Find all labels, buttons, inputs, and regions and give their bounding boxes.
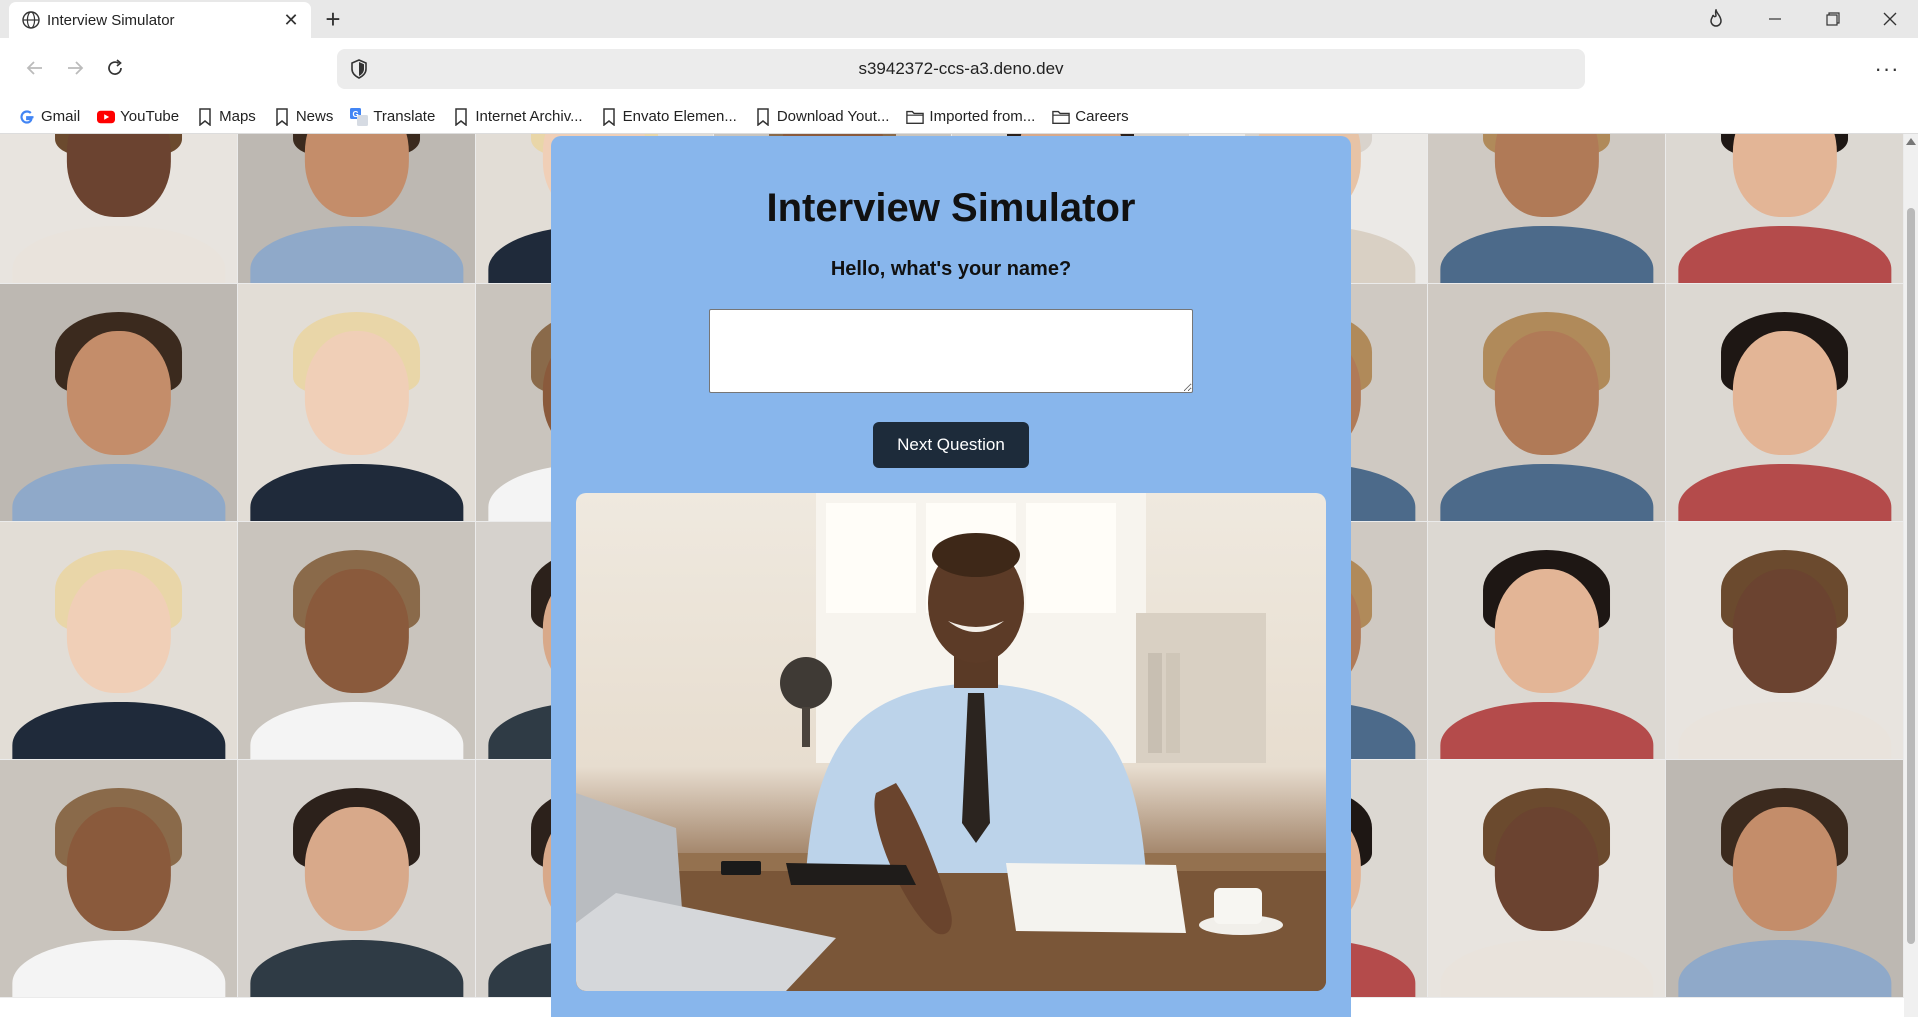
scroll-up-icon[interactable] xyxy=(1906,138,1916,145)
next-question-button[interactable]: Next Question xyxy=(873,422,1029,468)
background-portrait xyxy=(238,760,476,998)
bookmark-label: Gmail xyxy=(41,108,81,125)
scrollbar-thumb[interactable] xyxy=(1907,208,1915,944)
bookmark-icon xyxy=(452,107,470,126)
background-portrait xyxy=(1428,760,1666,998)
page-scrollbar[interactable] xyxy=(1904,134,1918,1017)
bookmark-icon xyxy=(600,107,618,126)
bookmark-folder-careers[interactable]: Careers xyxy=(1052,108,1129,126)
globe-icon xyxy=(21,10,41,30)
bookmark-label: News xyxy=(295,108,334,125)
interviewer-handshake-image xyxy=(576,493,1326,991)
bookmark-icon xyxy=(196,107,214,126)
bookmark-label: Download Yout... xyxy=(776,108,890,125)
minimize-button[interactable] xyxy=(1747,0,1803,38)
close-window-button[interactable] xyxy=(1862,0,1918,38)
background-portrait xyxy=(0,760,238,998)
bookmark-maps[interactable]: Maps xyxy=(196,107,256,126)
tab-bar: Interview Simulator ✕ + xyxy=(0,0,1918,38)
address-bar[interactable]: s3942372-ccs-a3.deno.dev xyxy=(337,49,1585,89)
bookmark-label: Imported from... xyxy=(929,108,1036,125)
bookmark-label: Envato Elemen... xyxy=(622,108,737,125)
bookmark-envato-elements[interactable]: Envato Elemen... xyxy=(600,107,737,126)
flame-icon[interactable] xyxy=(1688,0,1744,38)
page-title: Interview Simulator xyxy=(766,186,1136,230)
background-portrait xyxy=(1666,134,1904,284)
bookmark-label: YouTube xyxy=(120,108,180,125)
new-tab-button[interactable]: + xyxy=(318,5,348,35)
gmail-icon xyxy=(18,108,36,126)
background-portrait xyxy=(1428,134,1666,284)
bookmark-icon xyxy=(754,107,772,126)
youtube-icon xyxy=(97,108,116,126)
bookmark-gmail[interactable]: Gmail xyxy=(18,108,80,126)
reload-button[interactable] xyxy=(97,50,133,86)
bookmark-download-youtube[interactable]: Download Yout... xyxy=(754,107,890,126)
bookmark-folder-imported[interactable]: Imported from... xyxy=(906,108,1035,126)
background-portrait xyxy=(0,134,238,284)
background-portrait xyxy=(0,284,238,522)
browser-tab[interactable]: Interview Simulator ✕ xyxy=(9,2,311,38)
restore-button[interactable] xyxy=(1805,0,1861,38)
page-viewport: Interview Simulator Hello, what's your n… xyxy=(0,134,1904,1017)
background-portrait xyxy=(238,134,476,284)
background-portrait xyxy=(1666,522,1904,760)
interview-card: Interview Simulator Hello, what's your n… xyxy=(551,136,1351,1017)
background-portrait xyxy=(1428,522,1666,760)
background-portrait xyxy=(1666,284,1904,522)
bookmark-label: Maps xyxy=(219,108,256,125)
folder-icon xyxy=(1052,108,1071,126)
browser-menu-icon[interactable]: ··· xyxy=(1870,52,1904,86)
url-text[interactable]: s3942372-ccs-a3.deno.dev xyxy=(337,59,1585,79)
bookmark-internet-archive[interactable]: Internet Archiv... xyxy=(452,107,583,126)
forward-button[interactable] xyxy=(57,50,93,86)
answer-input[interactable] xyxy=(709,309,1193,393)
background-portrait xyxy=(1428,284,1666,522)
folder-icon xyxy=(906,108,925,126)
close-tab-icon[interactable]: ✕ xyxy=(281,10,301,31)
bookmark-label: Translate xyxy=(373,108,436,125)
bookmark-news[interactable]: News xyxy=(273,107,334,126)
background-portrait xyxy=(238,284,476,522)
back-button[interactable] xyxy=(17,50,53,86)
bookmark-label: Internet Archiv... xyxy=(475,108,583,125)
background-portrait xyxy=(0,522,238,760)
bookmarks-bar: Gmail YouTube Maps News G Translate Inte… xyxy=(0,100,1918,134)
bookmark-icon xyxy=(273,107,291,126)
background-portrait xyxy=(238,522,476,760)
bookmark-youtube[interactable]: YouTube xyxy=(97,108,179,126)
bookmark-label: Careers xyxy=(1075,108,1129,125)
translate-icon: G xyxy=(350,107,369,126)
tab-title: Interview Simulator xyxy=(47,11,175,29)
background-portrait xyxy=(1666,760,1904,998)
navigation-bar: s3942372-ccs-a3.deno.dev ··· xyxy=(0,38,1918,100)
question-text: Hello, what's your name? xyxy=(830,258,1072,280)
svg-text:G: G xyxy=(353,110,359,119)
bookmark-translate[interactable]: G Translate xyxy=(350,107,436,126)
